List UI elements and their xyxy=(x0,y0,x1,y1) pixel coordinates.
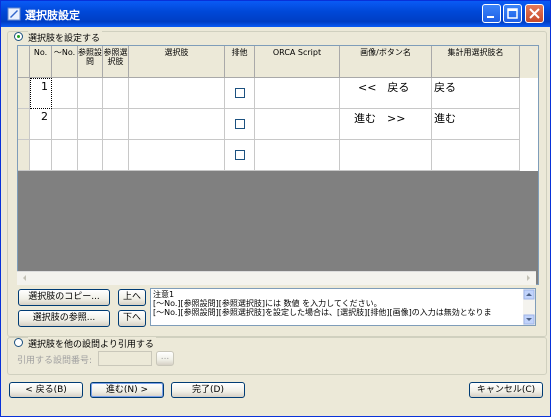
minimize-icon xyxy=(487,16,494,18)
move-up-button[interactable]: 上へ xyxy=(118,289,146,306)
title-bar: 選択肢設定 xyxy=(1,1,550,27)
cell-to-no[interactable] xyxy=(52,140,78,171)
cell-ref-question[interactable] xyxy=(78,78,103,109)
cell-orca-script[interactable] xyxy=(255,140,340,171)
quote-choices-label: 選択肢を他の設問より引用する xyxy=(28,337,156,350)
cell-no[interactable]: 2 xyxy=(30,109,52,140)
col-image-button[interactable]: 画像/ボタン名 xyxy=(340,46,432,78)
cell-choice[interactable] xyxy=(129,109,225,140)
cell-choice[interactable] xyxy=(129,78,225,109)
table-header: No. 〜No. 参照設問 参照選択肢 選択肢 排他 ORCA Script 画… xyxy=(18,46,538,78)
next-button[interactable]: 進む(N) > xyxy=(90,382,164,398)
row-header[interactable] xyxy=(18,140,30,171)
note-scrollbar[interactable] xyxy=(523,289,535,325)
cell-no[interactable]: 1 xyxy=(30,78,52,109)
set-choices-radio[interactable] xyxy=(14,32,23,41)
cell-exclusive[interactable] xyxy=(225,109,255,140)
close-button[interactable] xyxy=(525,4,544,23)
cell-ref-choice[interactable] xyxy=(103,109,129,140)
move-down-button[interactable]: 下へ xyxy=(118,310,146,327)
col-ref-question[interactable]: 参照設問 xyxy=(78,46,103,78)
cell-aggregate-name[interactable] xyxy=(432,140,520,171)
row-header[interactable] xyxy=(18,78,30,109)
back-button[interactable]: < 戻る(B) xyxy=(9,382,83,398)
cell-image-button[interactable]: << 戻る xyxy=(340,78,432,109)
app-icon xyxy=(7,7,21,21)
cell-orca-script[interactable] xyxy=(255,109,340,140)
cell-exclusive[interactable] xyxy=(225,78,255,109)
dialog-window: 選択肢設定 選択肢を設定する No. 〜No. 参照設問 参照選択肢 選択肢 排… xyxy=(0,0,551,417)
cell-ref-question[interactable] xyxy=(78,140,103,171)
scroll-arrows-icon xyxy=(23,275,530,281)
note-line: [〜No.][参照設問][参照選択肢]には 数値 を入力してください。 xyxy=(153,299,382,308)
col-no[interactable]: No. xyxy=(30,46,52,78)
row-header-corner xyxy=(18,46,30,78)
minimize-button[interactable] xyxy=(482,4,501,23)
cell-ref-question[interactable] xyxy=(78,109,103,140)
col-to-no[interactable]: 〜No. xyxy=(52,46,78,78)
cell-exclusive[interactable] xyxy=(225,140,255,171)
table-row[interactable] xyxy=(18,140,538,171)
finish-button[interactable]: 完了(D) xyxy=(171,382,245,398)
col-orca-script[interactable]: ORCA Script xyxy=(255,46,340,78)
choices-table: No. 〜No. 参照設問 参照選択肢 選択肢 排他 ORCA Script 画… xyxy=(17,45,539,285)
cell-to-no[interactable] xyxy=(52,78,78,109)
horizontal-scrollbar[interactable] xyxy=(17,271,536,285)
cell-choice[interactable] xyxy=(129,140,225,171)
note-textarea[interactable]: 注意1 [〜No.][参照設問][参照選択肢]には 数値 を入力してください。 … xyxy=(150,288,536,326)
maximize-icon xyxy=(507,8,518,19)
close-icon xyxy=(529,8,540,19)
col-ref-choice[interactable]: 参照選択肢 xyxy=(103,46,129,78)
cell-aggregate-name[interactable]: 戻る xyxy=(432,78,520,109)
quote-question-label: 引用する設問番号: xyxy=(17,356,93,366)
note-line: [〜No.][参照設問][参照選択肢]を設定した場合は、[選択肢][排他][画像… xyxy=(153,308,492,317)
window-title: 選択肢設定 xyxy=(25,9,80,22)
note-line: 注意1 xyxy=(153,290,175,299)
scroll-arrows-icon xyxy=(523,289,535,325)
table-row[interactable]: 2 進む >> 進む xyxy=(18,109,538,140)
copy-choices-button[interactable]: 選択肢のコピー... xyxy=(18,289,110,306)
cell-image-button[interactable]: 進む >> xyxy=(340,109,432,140)
exclusive-checkbox[interactable] xyxy=(235,150,245,160)
set-choices-label: 選択肢を設定する xyxy=(28,31,103,44)
reference-choices-button[interactable]: 選択肢の参照... xyxy=(18,310,110,327)
table-row[interactable]: 1 << 戻る 戻る xyxy=(18,78,538,109)
row-header[interactable] xyxy=(18,109,30,140)
cell-orca-script[interactable] xyxy=(255,78,340,109)
col-aggregate-name[interactable]: 集計用選択肢名 xyxy=(432,46,520,78)
col-exclusive[interactable]: 排他 xyxy=(225,46,255,78)
cell-image-button[interactable] xyxy=(340,140,432,171)
cell-to-no[interactable] xyxy=(52,109,78,140)
col-choice[interactable]: 選択肢 xyxy=(129,46,225,78)
browse-button[interactable]: ... xyxy=(156,351,174,366)
quote-choices-radio[interactable] xyxy=(14,338,23,347)
cancel-button[interactable]: キャンセル(C) xyxy=(469,382,543,398)
cell-ref-choice[interactable] xyxy=(103,78,129,109)
exclusive-checkbox[interactable] xyxy=(235,119,245,129)
maximize-button[interactable] xyxy=(503,4,522,23)
cell-aggregate-name[interactable]: 進む xyxy=(432,109,520,140)
cell-no[interactable] xyxy=(30,140,52,171)
quote-question-input[interactable] xyxy=(98,351,152,366)
cell-ref-choice[interactable] xyxy=(103,140,129,171)
exclusive-checkbox[interactable] xyxy=(235,88,245,98)
